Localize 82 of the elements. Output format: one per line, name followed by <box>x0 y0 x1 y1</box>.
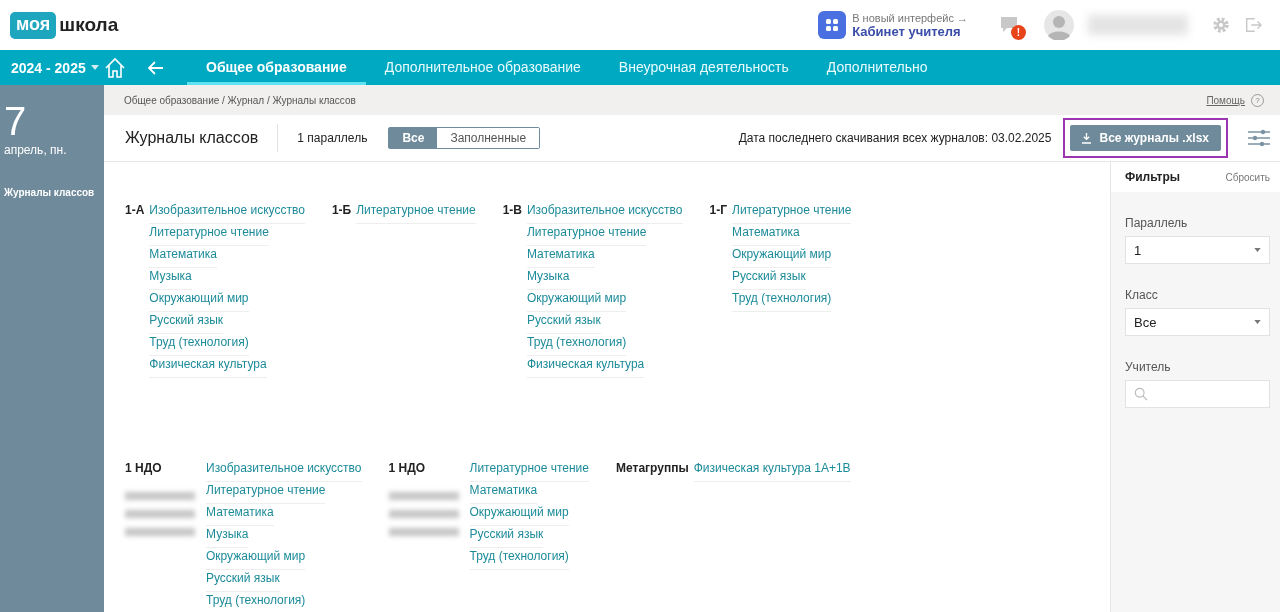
class-label: 1-В <box>502 202 522 219</box>
help-link[interactable]: Помощь <box>1206 94 1245 106</box>
last-download-date: Дата последнего скачивания всех журналов: 03.02.2025 <box>738 131 1052 145</box>
parallel-label: 1 параллель <box>297 131 368 145</box>
download-button[interactable]: Все журналы .xlsx <box>1070 125 1221 151</box>
download-icon <box>1082 132 1092 144</box>
subject-link[interactable]: Литературное чтение <box>469 460 589 482</box>
subject-link[interactable]: Физическая культура <box>527 356 645 378</box>
subject-link[interactable]: Математика <box>206 504 274 526</box>
home-icon[interactable] <box>104 56 126 79</box>
class-label: 1-Г <box>709 202 727 219</box>
class-label: 1-А <box>125 202 145 219</box>
subject-link[interactable]: Литературное чтение <box>732 202 852 224</box>
field-label: Параллель <box>1125 216 1189 230</box>
subject-link[interactable]: Окружающий мир <box>469 504 569 526</box>
subject-link[interactable]: Математика <box>469 482 538 504</box>
subject-link[interactable]: Литературное чтение <box>149 224 269 246</box>
dropdown[interactable]: 1 <box>1125 236 1270 264</box>
year-selector[interactable]: 2024 - 2025 <box>0 59 100 76</box>
filters-title: Фильтры <box>1125 170 1181 184</box>
subject-link[interactable]: Труд (технология) <box>469 548 569 570</box>
class-label: 1-Б <box>331 202 352 219</box>
subject-link[interactable]: Русский язык <box>469 526 544 548</box>
subject-link[interactable]: Литературное чтение <box>356 202 476 224</box>
reset-link[interactable]: Сбросить <box>1225 171 1270 183</box>
subject-link[interactable]: Труд (технология) <box>527 334 627 356</box>
subject-link[interactable]: Изобразительное искусство <box>149 202 305 224</box>
sidebar-item[interactable]: Журналы классов <box>4 187 100 198</box>
avatar-icon[interactable] <box>1044 10 1074 40</box>
subject-link[interactable]: Музыка <box>149 268 192 290</box>
dropdown[interactable]: Все <box>1125 308 1270 336</box>
breadcrumb: Общее образование / Журнал / Журналы классов <box>124 94 356 106</box>
subject-link[interactable]: Русский язык <box>732 268 806 290</box>
subject-link[interactable]: Литературное чтение <box>527 224 647 246</box>
subject-link[interactable]: Музыка <box>527 268 570 290</box>
subject-link[interactable]: Русский язык <box>149 312 224 334</box>
subject-link[interactable]: Физическая культура <box>149 356 267 378</box>
subject-link[interactable]: Литературное чтение <box>206 482 326 504</box>
notification-badge: ! <box>1011 25 1026 40</box>
class-label: 1 НДО <box>388 460 427 477</box>
subject-link[interactable]: Труд (технология) <box>732 290 832 312</box>
caret-icon <box>1254 320 1261 324</box>
teacher-cabinet-link[interactable]: Кабинет учителя <box>852 23 968 39</box>
caret-icon <box>90 65 99 70</box>
apps-icon[interactable] <box>818 11 847 39</box>
subject-link[interactable]: Окружающий мир <box>527 290 627 312</box>
settings-icon[interactable] <box>1212 16 1230 34</box>
field-label: Учитель <box>1125 360 1172 374</box>
nav-tab[interactable]: Дополнительное образование <box>365 50 600 85</box>
subject-link[interactable]: Русский язык <box>527 312 601 334</box>
subject-link[interactable]: Труд (технология) <box>149 334 249 356</box>
subject-link[interactable]: Изобразительное искусство <box>206 460 362 482</box>
class-label: 1 НДО <box>125 460 163 477</box>
nav-tab[interactable]: Внеурочная деятельность <box>599 50 808 85</box>
search-icon <box>1134 387 1148 401</box>
caret-icon <box>1254 248 1261 252</box>
logo-text: школа <box>59 14 119 36</box>
back-arrow-icon[interactable] <box>148 60 164 75</box>
subject-link[interactable]: Окружающий мир <box>732 246 832 268</box>
subject-link[interactable]: Математика <box>149 246 217 268</box>
subject-link[interactable]: Математика <box>732 224 800 246</box>
subject-link[interactable]: Физическая культура 1А+1В <box>693 460 851 482</box>
subject-link[interactable]: Окружающий мир <box>149 290 249 312</box>
subject-link[interactable]: Музыка <box>206 526 249 548</box>
field-label: Класс <box>1125 288 1159 302</box>
search-field[interactable] <box>1125 380 1270 408</box>
day-number: 7 <box>4 101 28 141</box>
subject-link[interactable]: Труд (технология) <box>206 592 306 612</box>
filter-toggle[interactable]: Все <box>389 128 438 148</box>
page-title: Журналы классов <box>125 129 259 147</box>
logo-badge: моя <box>10 11 57 39</box>
nav-tab[interactable]: Дополнительно <box>807 50 947 85</box>
date-label: апрель, пн. <box>4 143 68 157</box>
message-icon[interactable] <box>1000 16 1018 34</box>
subject-link[interactable]: Окружающий мир <box>206 548 306 570</box>
class-label: Метагруппы <box>616 460 689 477</box>
filter-settings-icon[interactable] <box>1248 129 1270 147</box>
new-interface-hint: В новый интерфейс → <box>852 11 968 24</box>
subject-link[interactable]: Изобразительное искусство <box>527 202 683 224</box>
subject-link[interactable]: Русский язык <box>206 570 280 592</box>
subject-link[interactable]: Математика <box>527 246 595 268</box>
logout-icon[interactable] <box>1244 16 1262 34</box>
